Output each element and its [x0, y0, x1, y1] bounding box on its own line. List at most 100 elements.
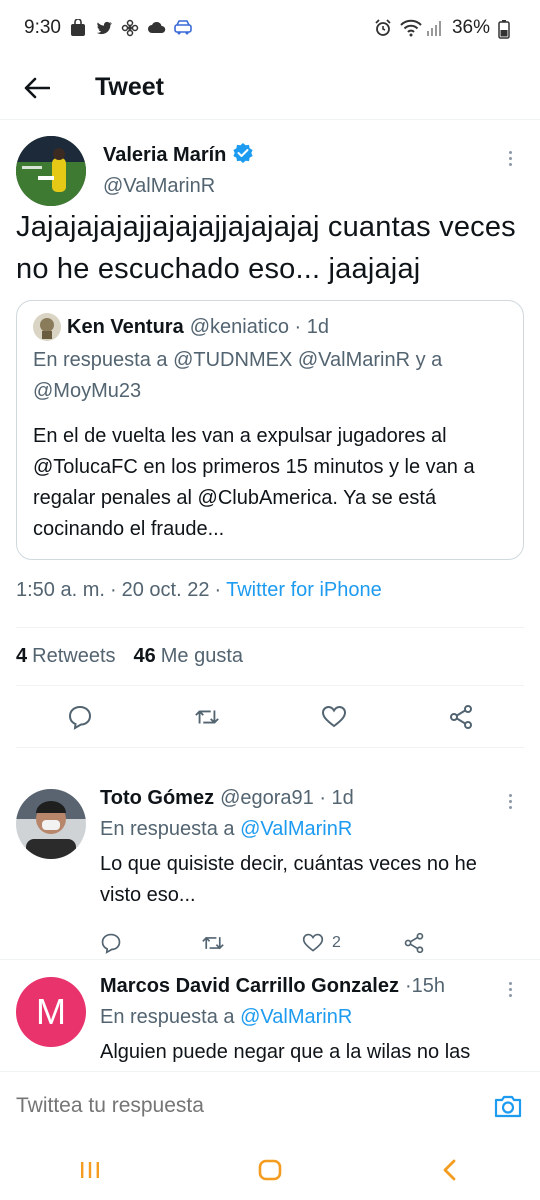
page-title: Tweet: [95, 73, 164, 101]
recent-apps-button[interactable]: [60, 1145, 120, 1195]
reply-retweet-button[interactable]: [201, 932, 302, 954]
meta-separator: ·: [214, 579, 222, 601]
heart-icon: [321, 705, 346, 727]
retweets-label: Retweets: [32, 645, 116, 667]
reply-input[interactable]: [16, 1093, 492, 1118]
author-name-line: Valeria Marín: [103, 142, 254, 169]
signal-icon: [426, 19, 444, 37]
more-dot: [508, 162, 512, 166]
reply-button[interactable]: [67, 704, 93, 730]
likes-stat[interactable]: 46 Me gusta: [134, 645, 244, 668]
more-dot: [508, 799, 512, 803]
quoted-reply-context: En respuesta a @TUDNMEX @ValMarinR y a @…: [33, 345, 507, 407]
author-names: Valeria Marín @ValMarinR: [103, 136, 254, 198]
tweet-stats: 4 Retweets 46 Me gusta: [16, 628, 524, 686]
quoted-tweet-card[interactable]: Ken Ventura @keniatico · 1d En respuesta…: [16, 300, 524, 560]
retweet-icon: [202, 936, 224, 950]
reply-author-handle: @egora91 · 1d: [220, 787, 354, 809]
author-handle[interactable]: @ValMarinR: [103, 175, 254, 198]
arrow-left-icon: [24, 77, 50, 98]
reply-context-prefix: En respuesta a: [100, 818, 235, 840]
reply-text: Alguien puede negar que a la wilas no la…: [100, 1041, 471, 1063]
system-nav-bar: [0, 1139, 540, 1200]
tweet-time: 1:50 a. m.: [16, 579, 105, 601]
home-icon: [258, 1159, 282, 1180]
reply-text: Lo que quisiste decir, cuántas veces no …: [100, 853, 477, 906]
reply-context-prefix: En respuesta a: [100, 1006, 235, 1028]
reply-like-count: 2: [332, 934, 341, 951]
wifi-icon: [400, 19, 422, 37]
battery-percent: 36%: [451, 17, 490, 38]
quoted-reply-and: y a: [415, 349, 443, 371]
reply-author-name[interactable]: Toto Gómez: [100, 787, 214, 810]
share-icon: [449, 704, 472, 729]
more-dot: [508, 805, 512, 809]
reply-icon: [68, 705, 91, 730]
retweet-button[interactable]: [194, 704, 220, 730]
heart-icon: [302, 933, 324, 952]
reply-more-button[interactable]: [500, 977, 520, 1001]
reply-icon: [101, 933, 121, 954]
main-tweet: Valeria Marín @ValMarinR Jajajajajajjaja…: [0, 120, 540, 748]
avatar-letter: M: [36, 991, 66, 1032]
tweet-meta: 1:50 a. m. · 20 oct. 22 · Twitter for iP…: [16, 572, 524, 628]
pinwheel-icon: [121, 19, 139, 37]
reply-body: Marcos David Carrillo Gonzalez ·15h En r…: [100, 961, 524, 1068]
reply-author-avatar[interactable]: [16, 789, 86, 859]
more-dot: [508, 987, 512, 991]
reply-share-button[interactable]: [403, 932, 504, 954]
author-name[interactable]: Valeria Marín: [103, 144, 226, 167]
tweet-author-row: Valeria Marín @ValMarinR: [16, 120, 524, 206]
tweet-date: 20 oct. 22: [121, 579, 210, 601]
alarm-icon: [374, 19, 392, 37]
reply-item[interactable]: M Marcos David Carrillo Gonzalez ·15h En…: [0, 961, 540, 1071]
tweet-actions: [16, 686, 524, 748]
quoted-reply-mention-last: @MoyMu23: [33, 380, 142, 402]
shopping-bag-icon: [69, 18, 87, 37]
reply-more-button[interactable]: [500, 789, 520, 813]
reply-reply-button[interactable]: [100, 932, 201, 954]
more-dot: [508, 156, 512, 160]
reply-item[interactable]: Toto Gómez @egora91 · 1d En respuesta a …: [0, 773, 540, 960]
status-time: 9:30: [24, 17, 61, 38]
retweet-icon: [194, 710, 219, 723]
home-button[interactable]: [240, 1145, 300, 1195]
tweet-text: Jajajajajajjajajajjajajajaj cuantas vece…: [16, 211, 516, 285]
reply-author-avatar[interactable]: M: [16, 977, 86, 1047]
quoted-author-handle: @keniatico · 1d: [189, 315, 329, 338]
quoted-author-avatar: [33, 313, 61, 341]
share-button[interactable]: [448, 704, 474, 730]
quoted-reply-mentions: @TUDNMEX @ValMarinR: [173, 349, 411, 371]
quoted-author-name: Ken Ventura: [67, 315, 184, 338]
camera-button[interactable]: [492, 1090, 524, 1122]
reply-author-name[interactable]: Marcos David Carrillo Gonzalez: [100, 975, 399, 998]
camera-icon: [494, 1095, 522, 1117]
likes-label: Me gusta: [160, 645, 244, 667]
reply-context: En respuesta a @ValMarinR: [100, 818, 504, 841]
top-bar: Tweet: [0, 56, 540, 120]
reply-context-mention[interactable]: @ValMarinR: [240, 1006, 352, 1028]
tweet-source-link[interactable]: Twitter for iPhone: [226, 579, 382, 602]
reply-context-mention[interactable]: @ValMarinR: [240, 818, 352, 840]
reply-context: En respuesta a @ValMarinR: [100, 1006, 504, 1029]
verified-badge-icon: [232, 142, 254, 169]
reply-like-button[interactable]: 2: [302, 932, 403, 954]
chevron-left-icon: [443, 1159, 456, 1180]
reply-author-handle: ·15h: [404, 975, 446, 997]
more-dot: [508, 993, 512, 997]
status-right: 36%: [374, 17, 516, 39]
more-options-button[interactable]: [500, 146, 520, 170]
cloud-icon: [147, 19, 166, 37]
twitter-bird-icon: [95, 19, 113, 37]
recent-apps-icon: [81, 1161, 99, 1178]
meta-separator: ·: [109, 579, 117, 601]
author-avatar[interactable]: [16, 136, 86, 206]
quoted-tweet-header: Ken Ventura @keniatico · 1d: [33, 313, 507, 341]
more-dots-icon: [508, 150, 512, 154]
system-back-button[interactable]: [420, 1145, 480, 1195]
likes-count: 46: [133, 645, 156, 667]
back-button[interactable]: [17, 68, 57, 108]
retweets-stat[interactable]: 4 Retweets: [16, 645, 116, 668]
like-button[interactable]: [321, 704, 347, 730]
status-bar: 9:30 36%: [0, 0, 540, 56]
